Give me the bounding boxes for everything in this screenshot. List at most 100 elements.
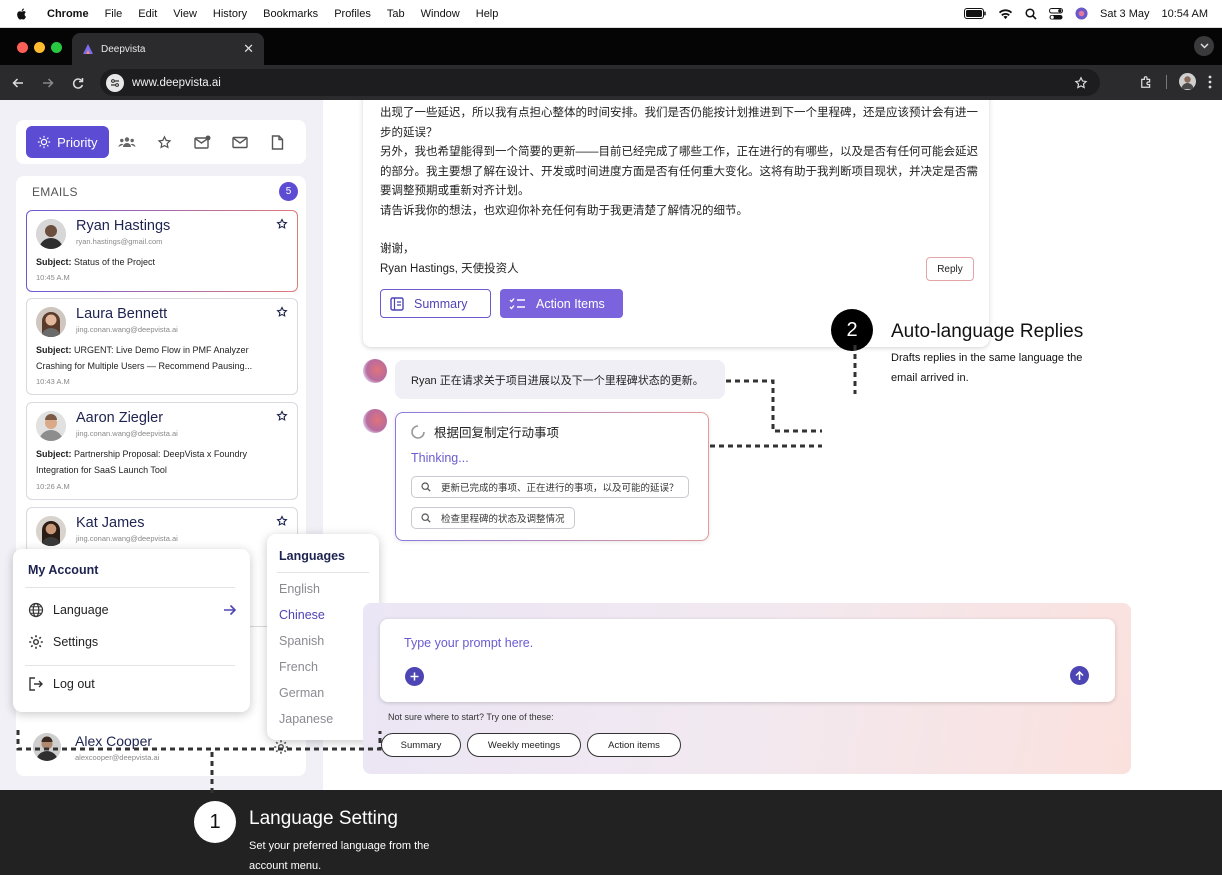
people-filter-button[interactable]	[109, 136, 146, 148]
tab-close-icon[interactable]: ✕	[243, 41, 254, 57]
window-zoom-button[interactable]	[51, 42, 62, 53]
star-icon	[157, 134, 172, 149]
menu-history[interactable]: History	[213, 8, 247, 20]
apple-logo-icon[interactable]	[15, 7, 29, 21]
language-option-english[interactable]: English	[279, 582, 320, 596]
email-time: 10:43 A.M	[36, 377, 70, 386]
search-icon	[421, 513, 431, 523]
add-attachment-button[interactable]	[405, 667, 424, 686]
search-query-chip[interactable]: 检查里程碑的状态及调整情况	[411, 507, 575, 529]
action-items-button[interactable]: Action Items	[500, 289, 623, 318]
page-viewport: Priority EMAILS 5 Ryan Hastings ryan.has…	[0, 100, 1222, 790]
send-button[interactable]	[1070, 666, 1089, 685]
reply-button[interactable]: Reply	[926, 257, 974, 281]
email-card[interactable]: Aaron Ziegler jing.conan.wang@deepvista.…	[26, 402, 298, 500]
suggestions-label: Not sure where to start? Try one of thes…	[388, 712, 554, 722]
checklist-icon	[509, 298, 525, 310]
star-icon[interactable]	[276, 515, 288, 527]
back-button[interactable]	[3, 77, 33, 89]
suggestion-chip-summary[interactable]: Summary	[381, 733, 461, 757]
extensions-puzzle-icon[interactable]	[1140, 75, 1154, 89]
menu-item-label: Log out	[53, 677, 95, 691]
email-time: 10:26 A.M	[36, 482, 70, 491]
menu-date[interactable]: Sat 3 May	[1100, 8, 1150, 20]
address-bar[interactable]: www.deepvista.ai	[100, 69, 1100, 96]
email-card[interactable]: Ryan Hastings ryan.hastings@gmail.com Su…	[26, 210, 298, 292]
sender-email: jing.conan.wang@deepvista.ai	[76, 429, 178, 438]
language-option-chinese[interactable]: Chinese	[279, 608, 325, 622]
menu-item-language[interactable]: Language	[27, 599, 237, 621]
callout-description: Drafts replies in the same language the …	[891, 352, 1083, 384]
wifi-icon[interactable]	[998, 8, 1013, 20]
window-minimize-button[interactable]	[34, 42, 45, 53]
sender-name: Kat James	[76, 515, 145, 531]
menu-window[interactable]: Window	[421, 8, 460, 20]
priority-filter-button[interactable]: Priority	[26, 126, 109, 158]
email-body-line: 要调整预期或重新对齐计划。	[380, 185, 530, 197]
language-option-japanese[interactable]: Japanese	[279, 712, 333, 726]
site-info-button[interactable]	[106, 73, 124, 92]
summary-button[interactable]: Summary	[380, 289, 491, 318]
document-icon	[271, 134, 283, 150]
search-query-chip[interactable]: 更新已完成的事项、正在进行的事项，以及可能的延误？	[411, 476, 689, 498]
account-footer[interactable]: Alex Cooper alexcooper@deepvista.ai	[16, 725, 306, 769]
menu-bookmarks[interactable]: Bookmarks	[263, 8, 318, 20]
menu-app-name[interactable]: Chrome	[47, 8, 89, 20]
more-vert-icon[interactable]	[1208, 75, 1212, 89]
browser-tab[interactable]: Deepvista ✕	[72, 33, 264, 65]
spotlight-search-icon[interactable]	[1025, 7, 1037, 20]
emails-count-badge: 5	[279, 182, 298, 201]
email-signature: Ryan Hastings, 天使投资人	[380, 263, 519, 275]
starred-filter-button[interactable]	[146, 134, 183, 150]
menu-edit[interactable]: Edit	[138, 8, 157, 20]
prompt-input[interactable]: Type your prompt here.	[380, 619, 1115, 702]
person-photo-icon	[36, 307, 66, 337]
menu-help[interactable]: Help	[476, 8, 499, 20]
menu-view[interactable]: View	[173, 8, 197, 20]
menu-item-logout[interactable]: Log out	[27, 673, 237, 695]
reload-button[interactable]	[63, 77, 93, 89]
annotation-band	[0, 790, 1222, 875]
suggestion-chip-weekly-meetings[interactable]: Weekly meetings	[467, 733, 581, 757]
star-icon[interactable]	[276, 218, 288, 230]
window-close-button[interactable]	[17, 42, 28, 53]
url-text[interactable]: www.deepvista.ai	[132, 77, 221, 89]
email-time: 10:45 A.M	[36, 273, 70, 282]
menu-file[interactable]: File	[105, 8, 123, 20]
menu-profiles[interactable]: Profiles	[334, 8, 371, 20]
suggestion-chip-action-items[interactable]: Action items	[587, 733, 681, 757]
menu-time[interactable]: 10:54 AM	[1162, 8, 1208, 20]
unread-filter-button[interactable]	[184, 135, 221, 149]
battery-icon[interactable]	[963, 8, 986, 19]
person-photo-icon	[36, 516, 66, 546]
menu-item-settings[interactable]: Settings	[27, 631, 237, 653]
email-card[interactable]: Laura Bennett jing.conan.wang@deepvista.…	[26, 298, 298, 395]
tab-search-dropdown[interactable]	[1194, 36, 1214, 56]
toolbar-divider	[1166, 74, 1167, 89]
account-menu-title: My Account	[28, 563, 99, 577]
subject-text: Status of the Project	[71, 257, 156, 267]
chevron-down-icon	[1199, 43, 1209, 49]
plus-icon	[410, 672, 419, 681]
siri-icon[interactable]	[1075, 7, 1088, 20]
star-icon[interactable]	[276, 410, 288, 422]
forward-button[interactable]	[33, 77, 63, 89]
bookmark-star-icon[interactable]	[1074, 75, 1088, 90]
star-icon[interactable]	[276, 306, 288, 318]
profile-avatar[interactable]	[1179, 73, 1196, 90]
email-signoff: 谢谢，	[380, 243, 415, 255]
language-option-german[interactable]: German	[279, 686, 324, 700]
thinking-status: Thinking...	[411, 451, 469, 465]
language-option-french[interactable]: French	[279, 660, 318, 674]
email-content-card: 出现了一些延迟，所以我有点担心整体的时间安排。我们是否仍能按计划推进到下一个里程…	[363, 100, 989, 347]
thinking-card: 根据回复制定行动事项 Thinking... 更新已完成的事项、正在进行的事项，…	[395, 412, 709, 541]
menu-tab[interactable]: Tab	[387, 8, 405, 20]
documents-filter-button[interactable]	[259, 134, 296, 150]
prompt-area: Type your prompt here. Not sure where to…	[363, 603, 1131, 774]
search-query-text: 检查里程碑的状态及调整情况	[441, 514, 565, 525]
summary-label: Summary	[414, 296, 468, 311]
language-option-spanish[interactable]: Spanish	[279, 634, 324, 648]
gear-icon[interactable]	[273, 739, 289, 755]
control-center-icon[interactable]	[1048, 7, 1063, 20]
mail-filter-button[interactable]	[221, 136, 258, 149]
